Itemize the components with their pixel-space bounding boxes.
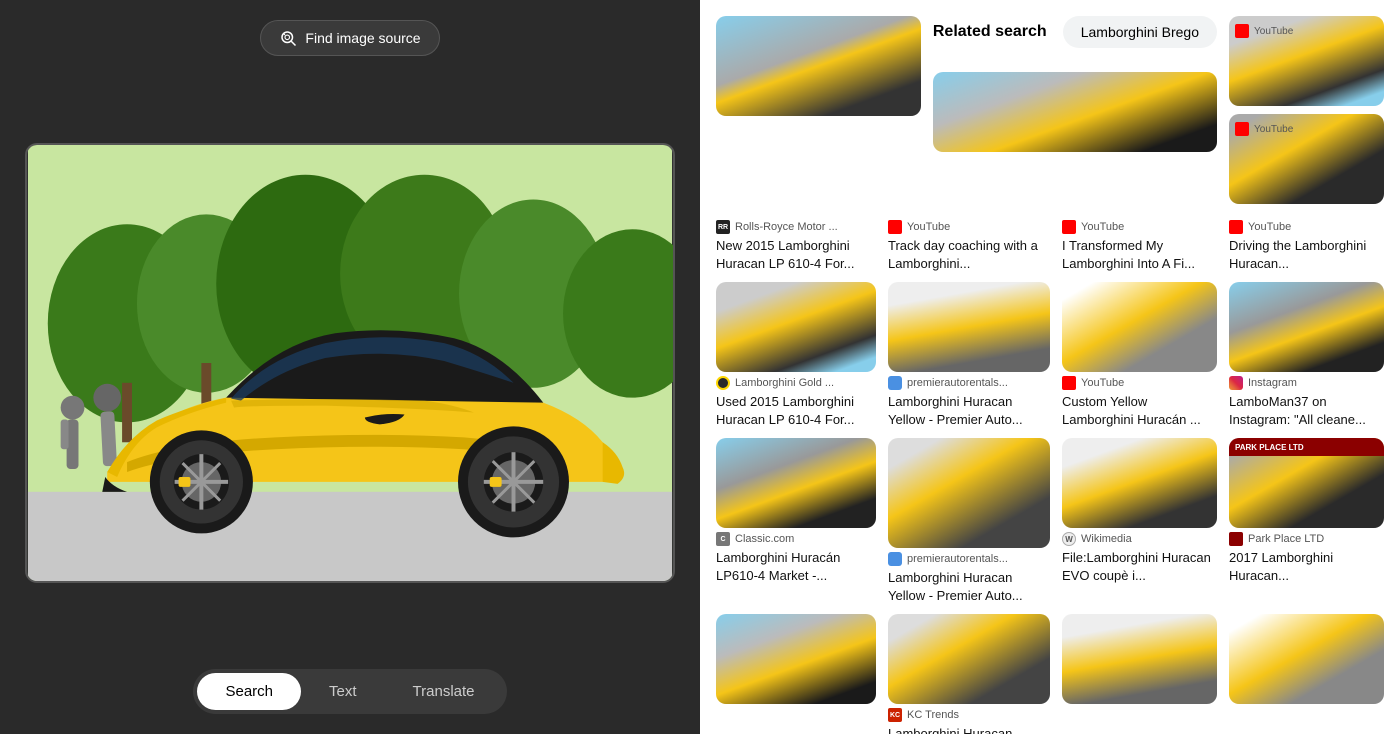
source-pr: premierautorentals... (907, 377, 1008, 389)
lb-icon (716, 376, 730, 390)
source-kc: KC Trends (907, 709, 959, 721)
source-yt-6: YouTube (1081, 377, 1124, 389)
thumb-ig (1229, 282, 1384, 372)
card-ig[interactable]: Instagram LamboMan37 on Instagram: "All … (1229, 282, 1384, 428)
yt-icon-2 (1235, 122, 1249, 136)
find-source-button[interactable]: Find image source (260, 20, 439, 56)
kc-icon: KC (888, 708, 902, 722)
tab-search[interactable]: Search (197, 673, 301, 710)
top-thumb-2[interactable]: YouTube (1229, 114, 1384, 204)
thumb-lb (716, 282, 876, 372)
card-title-yt4: I Transformed My Lamborghini Into A Fi..… (1062, 237, 1217, 272)
thumb-bottom-1 (716, 614, 876, 704)
lens-icon (279, 29, 297, 47)
yt-icon-3 (888, 220, 902, 234)
yt-icon-5 (1229, 220, 1243, 234)
main-image (25, 143, 675, 583)
card-title-ig: LamboMan37 on Instagram: "All cleane... (1229, 393, 1384, 428)
yt-icon (1235, 24, 1249, 38)
thumb-cl (716, 438, 876, 528)
thumb-pp: PARK PLACE LTD (1229, 438, 1384, 528)
wk-icon: W (1062, 532, 1076, 546)
pp-icon (1229, 532, 1243, 546)
card-title-cl: Lamborghini Huracán LP610-4 Market -... (716, 549, 876, 584)
thumb-yt-custom (1062, 282, 1217, 372)
source-pr2: premierautorentals... (907, 553, 1008, 565)
source-label-1: YouTube (1254, 26, 1293, 37)
related-thumb[interactable] (933, 72, 1217, 152)
source-yt-5: YouTube (1248, 221, 1291, 233)
card-title-wk: File:Lamborghini Huracan EVO coupè i... (1062, 549, 1217, 584)
yt-icon-4 (1062, 220, 1076, 234)
top-thumb-1[interactable]: YouTube (1229, 16, 1384, 106)
card-lb[interactable]: Lamborghini Gold ... Used 2015 Lamborghi… (716, 282, 876, 428)
card-pr[interactable]: premierautorentals... Lamborghini Huraca… (888, 282, 1050, 428)
ig-icon (1229, 376, 1243, 390)
bottom-tabs: Search Text Translate (193, 669, 506, 714)
card-title-custom: Custom Yellow Lamborghini Huracán ... (1062, 393, 1217, 428)
card-bottom-4[interactable] (1229, 614, 1384, 734)
thumb-pr2 (888, 438, 1050, 548)
card-yt-custom[interactable]: YouTube Custom Yellow Lamborghini Huracá… (1062, 282, 1217, 428)
source-label-2: YouTube (1254, 124, 1293, 135)
source-ig: Instagram (1248, 377, 1297, 389)
car-image-svg (27, 145, 673, 581)
source-pp: Park Place LTD (1248, 533, 1324, 545)
related-search-area: Related search Lamborghini Brego YouTube… (716, 16, 1384, 204)
tab-translate[interactable]: Translate (385, 673, 503, 710)
related-search-label: Related search (933, 23, 1047, 41)
source-rr: Rolls-Royce Motor ... (735, 221, 838, 233)
card-title-yt5: Driving the Lamborghini Huracan... (1229, 237, 1384, 272)
right-panel: Related search Lamborghini Brego YouTube… (700, 0, 1400, 734)
card-title-yt3: Track day coaching with a Lamborghini... (888, 237, 1050, 272)
tab-text[interactable]: Text (301, 673, 385, 710)
thumb-bottom-4 (1229, 614, 1384, 704)
yt-icon-6 (1062, 376, 1076, 390)
left-panel: Find image source (0, 0, 700, 734)
thumb-bottom-3 (1062, 614, 1217, 704)
card-bottom-3[interactable] (1062, 614, 1217, 734)
card-title-pp: 2017 Lamborghini Huracan... (1229, 549, 1384, 584)
card-title-pr: Lamborghini Huracan Yellow - Premier Aut… (888, 393, 1050, 428)
related-search-section: Related search Lamborghini Brego (933, 16, 1217, 48)
cl-icon: C (716, 532, 730, 546)
thumb-pr (888, 282, 1050, 372)
source-wk: Wikimedia (1081, 533, 1132, 545)
thumb-wk (1062, 438, 1217, 528)
find-source-label: Find image source (305, 30, 420, 46)
source-yt-4: YouTube (1081, 221, 1124, 233)
card-title-kc: Lamborghini Huracan Gallery - KC Trends (888, 725, 1050, 734)
card-title-rr: New 2015 Lamborghini Huracan LP 610-4 Fo… (716, 237, 876, 272)
thumb-kc (888, 614, 1050, 704)
card-pr2[interactable]: premierautorentals... Lamborghini Huraca… (888, 438, 1050, 604)
rr-icon: RR (716, 220, 730, 234)
card-pp[interactable]: PARK PLACE LTD Park Place LTD 2017 Lambo… (1229, 438, 1384, 604)
source-cl: Classic.com (735, 533, 794, 545)
top-left-thumbnail[interactable] (716, 16, 921, 116)
card-cl[interactable]: C Classic.com Lamborghini Huracán LP610-… (716, 438, 876, 604)
pr-icon (888, 376, 902, 390)
card-title-lb: Used 2015 Lamborghini Huracan LP 610-4 F… (716, 393, 876, 428)
card-bottom-1[interactable] (716, 614, 876, 734)
card-wk[interactable]: W Wikimedia File:Lamborghini Huracan EVO… (1062, 438, 1217, 604)
source-yt-3: YouTube (907, 221, 950, 233)
related-chip[interactable]: Lamborghini Brego (1063, 16, 1217, 48)
card-title-pr2: Lamborghini Huracan Yellow - Premier Aut… (888, 569, 1050, 604)
pr-icon-2 (888, 552, 902, 566)
source-lb: Lamborghini Gold ... (735, 377, 834, 389)
card-kc[interactable]: KC KC Trends Lamborghini Huracan Gallery… (888, 614, 1050, 734)
